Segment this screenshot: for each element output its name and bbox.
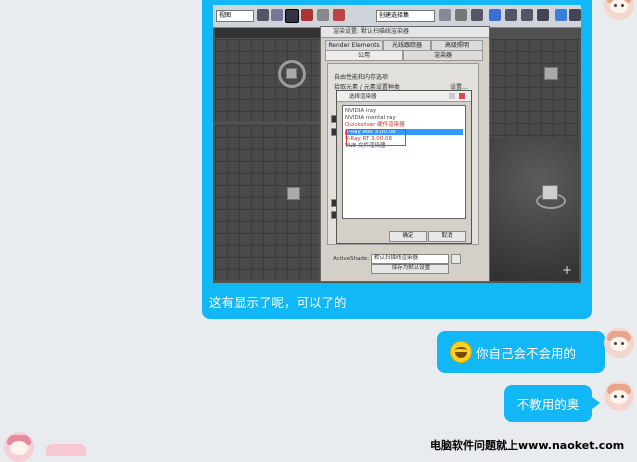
sticker-partial xyxy=(46,444,86,456)
layer-icon[interactable] xyxy=(471,9,483,21)
object-top xyxy=(286,68,297,79)
activeshade-field[interactable]: 默认扫描线渲染器 xyxy=(371,254,449,264)
object-right xyxy=(544,67,558,80)
avatar[interactable] xyxy=(604,0,634,20)
viewport-perspective[interactable] xyxy=(481,139,579,281)
save-default-button[interactable]: 保存为默认设置 xyxy=(371,264,449,274)
renderer-list[interactable]: NVIDIA iray NVIDIA mental ray Quicksilve… xyxy=(342,105,466,219)
activeshade-label: ActiveShade: xyxy=(333,256,370,262)
activeshade-browse-button[interactable] xyxy=(451,254,461,264)
avatar[interactable] xyxy=(604,381,634,411)
renderer-item[interactable]: Quicksilver 硬件渲染器 xyxy=(345,122,463,128)
smile-emoji-icon xyxy=(450,341,472,363)
magnet-tool-icon[interactable] xyxy=(301,9,313,21)
schematic-icon[interactable] xyxy=(505,9,517,21)
render-setup-title: 渲染设置: 默认扫描线渲染器 xyxy=(321,27,489,38)
curve-editor-icon[interactable] xyxy=(489,9,501,21)
viewport-left[interactable] xyxy=(215,125,319,280)
mirror-icon[interactable] xyxy=(439,9,451,21)
move-tool-icon[interactable] xyxy=(271,9,283,21)
max-toolbar: 视图 创建选择集 xyxy=(213,5,581,28)
bubble-tail xyxy=(592,347,600,359)
avatar[interactable] xyxy=(4,432,34,462)
render-frame-icon[interactable] xyxy=(555,9,567,21)
percent-snap-icon[interactable] xyxy=(317,9,329,21)
renderer-item[interactable]: NVIDIA mental ray xyxy=(345,115,463,121)
avatar[interactable] xyxy=(604,328,634,358)
view-dropdown[interactable]: 视图 xyxy=(216,10,254,22)
viewport-right[interactable] xyxy=(481,39,579,139)
align-icon[interactable] xyxy=(455,9,467,21)
choose-renderer-dialog[interactable]: 选择渲染器 NVIDIA iray NVIDIA mental ray Quic… xyxy=(336,90,472,244)
message-bubble: 你自己会不会用的 xyxy=(437,331,605,373)
message-text: 不教用的奥 xyxy=(516,397,580,412)
renderer-item[interactable]: NVIDIA iray xyxy=(345,108,463,114)
viewport-label xyxy=(215,28,323,38)
highlight-box xyxy=(346,129,406,146)
spinner-snap-icon[interactable] xyxy=(333,9,345,21)
message-text: 你自己会不会用的 xyxy=(476,345,577,361)
cancel-button[interactable]: 取消 xyxy=(428,231,466,242)
option-line-1: 自由性能和内存选项 xyxy=(334,74,389,81)
selection-set-dropdown[interactable]: 创建选择集 xyxy=(376,10,435,22)
tab-renderer[interactable]: 渲染器 xyxy=(403,50,483,61)
region-tool-icon[interactable] xyxy=(285,9,299,23)
render-icon[interactable] xyxy=(569,9,581,21)
render-setup-icon[interactable] xyxy=(537,9,549,21)
render-setup-tabs: Render Elements 光线跟踪器 高级照明 公用 渲染器 xyxy=(325,40,483,61)
ok-button[interactable]: 确定 xyxy=(389,231,427,242)
message-bubble: 不教用的奥 xyxy=(504,385,592,422)
tab-common[interactable]: 公用 xyxy=(325,50,403,61)
object-left xyxy=(287,187,300,200)
plus-icon: + xyxy=(562,263,573,277)
message-caption: 这有显示了呢，可以了的 xyxy=(209,295,347,310)
maximize-icon[interactable] xyxy=(449,93,455,99)
bubble-tail xyxy=(592,397,600,409)
watermark: 电脑软件问题就上www.naoket.com xyxy=(430,439,625,452)
object-perspective xyxy=(542,185,558,200)
select-tool-icon[interactable] xyxy=(257,9,269,21)
material-editor-icon[interactable] xyxy=(521,9,533,21)
choose-renderer-titlebar: 选择渲染器 xyxy=(337,91,471,102)
choose-renderer-title: 选择渲染器 xyxy=(349,94,377,100)
close-icon[interactable] xyxy=(459,93,465,99)
